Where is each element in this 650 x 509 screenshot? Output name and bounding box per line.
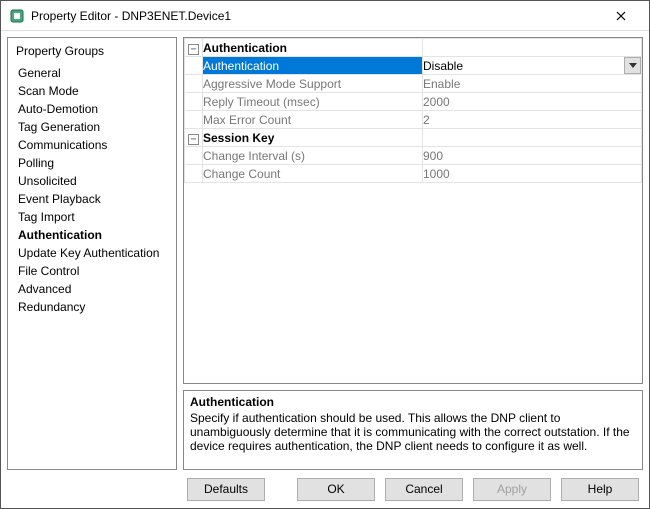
cancel-button[interactable]: Cancel [385,478,463,501]
sidebar-item-polling[interactable]: Polling [16,154,168,172]
apply-button[interactable]: Apply [473,478,551,501]
description-panel: Authentication Specify if authentication… [183,390,643,470]
dropdown-button[interactable] [624,57,641,74]
ok-button[interactable]: OK [297,478,375,501]
help-button[interactable]: Help [561,478,639,501]
sidebar-item-event-playback[interactable]: Event Playback [16,190,168,208]
sidebar-item-tag-generation[interactable]: Tag Generation [16,118,168,136]
sidebar-item-auto-demotion[interactable]: Auto-Demotion [16,100,168,118]
window-title: Property Editor - DNP3ENET.Device1 [31,9,231,23]
property-name[interactable]: Reply Timeout (msec) [203,93,423,111]
group-header-value [423,129,642,147]
description-title: Authentication [190,395,636,409]
group-header: Authentication [203,39,423,57]
titlebar: Property Editor - DNP3ENET.Device1 [1,1,649,31]
property-value[interactable]: 1000 [423,165,642,183]
collapse-icon[interactable]: − [185,39,203,57]
property-name[interactable]: Change Count [203,165,423,183]
sidebar-item-advanced[interactable]: Advanced [16,280,168,298]
sidebar-item-general[interactable]: General [16,64,168,82]
property-grid: −AuthenticationAuthenticationDisableAggr… [183,37,643,384]
sidebar: Property Groups GeneralScan ModeAuto-Dem… [7,37,177,470]
sidebar-item-unsolicited[interactable]: Unsolicited [16,172,168,190]
sidebar-item-update-key-authentication[interactable]: Update Key Authentication [16,244,168,262]
property-value[interactable]: 900 [423,147,642,165]
button-bar: Defaults OK Cancel Apply Help [1,470,649,508]
property-name[interactable]: Change Interval (s) [203,147,423,165]
group-header: Session Key [203,129,423,147]
sidebar-item-scan-mode[interactable]: Scan Mode [16,82,168,100]
group-header-value [423,39,642,57]
defaults-button[interactable]: Defaults [187,478,265,501]
sidebar-item-file-control[interactable]: File Control [16,262,168,280]
sidebar-item-communications[interactable]: Communications [16,136,168,154]
sidebar-item-authentication[interactable]: Authentication [16,226,168,244]
sidebar-heading: Property Groups [16,44,168,58]
property-value[interactable]: 2 [423,111,642,129]
property-name[interactable]: Authentication [203,57,423,75]
description-body: Specify if authentication should be used… [190,411,636,453]
property-value[interactable]: 2000 [423,93,642,111]
property-name[interactable]: Max Error Count [203,111,423,129]
property-value[interactable]: Disable [423,57,642,75]
property-value[interactable]: Enable [423,75,642,93]
property-name[interactable]: Aggressive Mode Support [203,75,423,93]
sidebar-item-redundancy[interactable]: Redundancy [16,298,168,316]
sidebar-item-tag-import[interactable]: Tag Import [16,208,168,226]
collapse-icon[interactable]: − [185,129,203,147]
close-button[interactable] [601,2,641,30]
app-icon [9,8,25,24]
